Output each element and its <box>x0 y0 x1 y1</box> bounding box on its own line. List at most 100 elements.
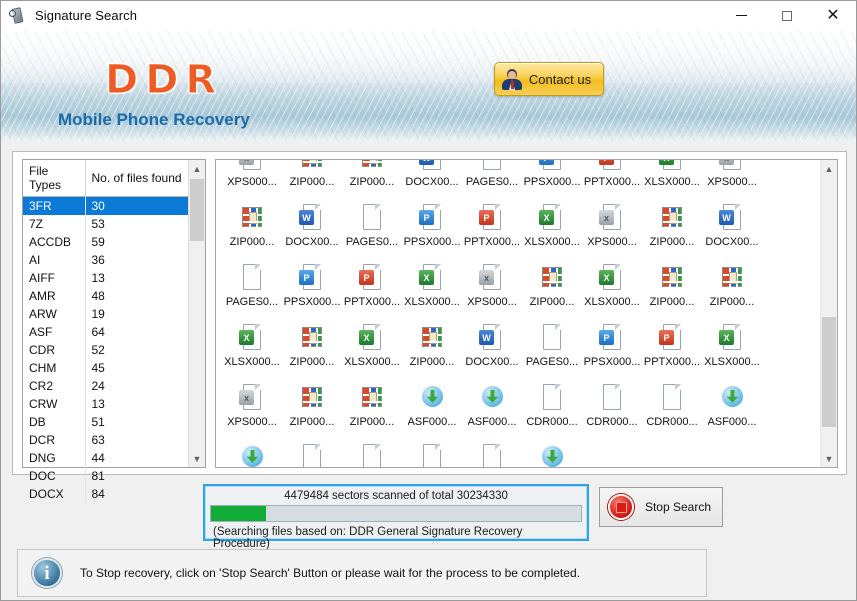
list-item[interactable]: P PPSX000... <box>582 316 642 376</box>
list-item[interactable]: CDR000... <box>522 376 582 436</box>
list-item[interactable]: P PPTX000... <box>342 256 402 316</box>
list-item[interactable]: CDR000... <box>642 376 702 436</box>
table-row[interactable]: AI 36 <box>23 251 205 269</box>
file-types-scrollbar[interactable]: ▲ ▼ <box>188 160 205 467</box>
list-item[interactable]: ZIP000... <box>702 256 762 316</box>
list-item[interactable]: ZIP000... <box>342 160 402 196</box>
file-types-scroll-thumb[interactable] <box>190 179 204 241</box>
list-item[interactable]: X XLSX000... <box>582 256 642 316</box>
list-item[interactable]: ZIP000... <box>342 376 402 436</box>
table-row[interactable]: AMR 48 <box>23 287 205 305</box>
grid-scroll-up-icon[interactable]: ▲ <box>821 160 837 177</box>
list-item[interactable]: ZIP000... <box>642 196 702 256</box>
list-item-label: ZIP000... <box>529 296 575 308</box>
list-item[interactable]: PAGES0... <box>462 160 522 196</box>
scroll-up-icon[interactable]: ▲ <box>189 160 205 177</box>
list-item[interactable]: PAGES0... <box>342 196 402 256</box>
list-item[interactable]: ZIP000... <box>282 376 342 436</box>
zip-file-icon <box>296 160 328 174</box>
table-row[interactable]: DNG 44 <box>23 449 205 467</box>
list-item[interactable]: ZIP000... <box>282 160 342 196</box>
list-item-label: DOCX00... <box>285 236 339 248</box>
list-item[interactable]: PAGES0... <box>522 316 582 376</box>
list-item[interactable]: X XLSX000... <box>522 196 582 256</box>
table-row[interactable]: DB 51 <box>23 413 205 431</box>
grid-scrollbar[interactable]: ▲ ▼ <box>820 160 837 467</box>
cell-file-type: 7Z <box>23 215 86 233</box>
progress-bar <box>210 505 582 522</box>
list-item[interactable]: W DOCX00... <box>402 160 462 196</box>
list-item[interactable]: x XPS000... <box>462 256 522 316</box>
table-row[interactable]: 3FR 30 <box>23 196 205 215</box>
table-row[interactable]: DOC 81 <box>23 467 205 485</box>
list-item[interactable]: CDR000... <box>282 436 342 467</box>
list-item[interactable]: x XPS000... <box>582 196 642 256</box>
list-item[interactable]: CDR000... <box>582 376 642 436</box>
cell-files-found: 19 <box>91 307 105 321</box>
list-item[interactable]: X XLSX000... <box>222 316 282 376</box>
list-item[interactable]: ZIP000... <box>642 256 702 316</box>
grid-scroll-thumb[interactable] <box>822 317 836 427</box>
list-item[interactable]: P PPTX000... <box>462 196 522 256</box>
list-item[interactable]: X XLSX000... <box>402 256 462 316</box>
table-row[interactable]: CRW 13 <box>23 395 205 413</box>
table-row[interactable]: 7Z 53 <box>23 215 205 233</box>
list-item[interactable]: ZIP000... <box>222 196 282 256</box>
table-row[interactable]: DOCX 84 <box>23 485 205 503</box>
list-item[interactable]: W DOCX00... <box>702 196 762 256</box>
table-row[interactable]: CR2 24 <box>23 377 205 395</box>
file-types-table: File Types No. of files found 3FR 30 7Z 53 A… <box>23 160 205 503</box>
list-item[interactable]: CDR000... <box>402 436 462 467</box>
table-row[interactable]: DCR 63 <box>23 431 205 449</box>
cell-files-found: 51 <box>91 415 105 429</box>
list-item[interactable]: P PPTX000... <box>582 160 642 196</box>
grid-scroll-track[interactable] <box>821 177 837 450</box>
table-row[interactable]: CHM 45 <box>23 359 205 377</box>
list-item[interactable]: ASF000... <box>222 436 282 467</box>
close-button[interactable]: ✕ <box>810 1 856 31</box>
list-item-label: CDR000... <box>646 416 698 428</box>
list-item[interactable]: x XPS000... <box>222 160 282 196</box>
list-item[interactable]: ASF000... <box>522 436 582 467</box>
minimize-button[interactable] <box>718 1 764 31</box>
list-item[interactable]: P PPSX000... <box>522 160 582 196</box>
list-item[interactable]: ZIP000... <box>522 256 582 316</box>
list-item[interactable]: CDR000... <box>342 436 402 467</box>
list-item[interactable]: W DOCX00... <box>282 196 342 256</box>
table-row[interactable]: ARW 19 <box>23 305 205 323</box>
list-item[interactable]: P PPTX000... <box>642 316 702 376</box>
table-row[interactable]: CDR 52 <box>23 341 205 359</box>
scroll-down-icon[interactable]: ▼ <box>189 450 205 467</box>
zip-file-icon <box>296 322 328 354</box>
list-item[interactable]: ZIP000... <box>282 316 342 376</box>
list-item-label: PPSX000... <box>283 296 341 308</box>
list-item[interactable]: P PPSX000... <box>282 256 342 316</box>
list-item[interactable]: X XLSX000... <box>342 316 402 376</box>
column-header-files-found: No. of files found <box>85 160 205 197</box>
list-item[interactable]: x XPS000... <box>702 160 762 196</box>
list-item[interactable]: X XLSX000... <box>702 316 762 376</box>
list-item[interactable]: CDR000... <box>462 436 522 467</box>
list-item[interactable]: X XLSX000... <box>642 160 702 196</box>
maximize-button[interactable] <box>764 1 810 31</box>
table-row[interactable]: ACCDB 59 <box>23 233 205 251</box>
table-row[interactable]: ASF 64 <box>23 323 205 341</box>
list-item[interactable]: x XPS000... <box>222 376 282 436</box>
list-item[interactable]: P PPSX000... <box>402 196 462 256</box>
grid-scroll-down-icon[interactable]: ▼ <box>821 450 837 467</box>
list-item[interactable]: ASF000... <box>462 376 522 436</box>
table-row[interactable]: AIFF 13 <box>23 269 205 287</box>
contact-us-button[interactable]: Contact us <box>494 62 604 96</box>
file-types-scroll-track[interactable] <box>189 177 205 450</box>
list-item[interactable]: W DOCX00... <box>462 316 522 376</box>
list-item[interactable]: ZIP000... <box>402 316 462 376</box>
found-files-grid[interactable]: xXPS000...ZIP000...ZIP000...WDOCX00...PA… <box>215 159 838 468</box>
list-item[interactable]: ASF000... <box>702 376 762 436</box>
cell-files-found: 84 <box>91 487 105 501</box>
stop-search-button[interactable]: Stop Search <box>599 487 723 527</box>
zip-file-icon <box>356 382 388 414</box>
list-item[interactable]: PAGES0... <box>222 256 282 316</box>
list-item-label: DOCX00... <box>465 356 519 368</box>
list-item[interactable]: ASF000... <box>402 376 462 436</box>
list-item-label: PAGES0... <box>465 176 519 188</box>
